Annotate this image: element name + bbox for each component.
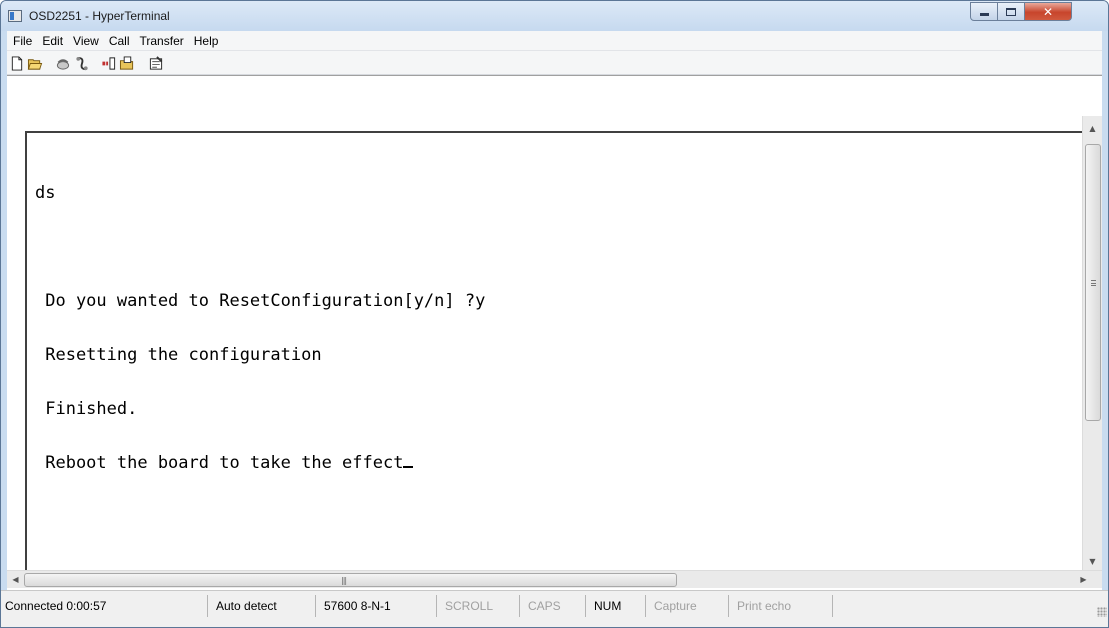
scroll-right-arrow-icon[interactable]: ▶	[1075, 571, 1092, 588]
vertical-scroll-thumb[interactable]	[1085, 144, 1101, 421]
new-connection-icon[interactable]	[9, 56, 25, 71]
status-caps: CAPS	[524, 595, 586, 617]
terminal-line: Reboot the board to take the effect	[35, 453, 404, 473]
horizontal-scroll-thumb[interactable]: |||	[24, 573, 677, 587]
close-icon: ✕	[1042, 4, 1054, 19]
scroll-down-arrow-icon[interactable]: ▼	[1083, 553, 1102, 570]
app-icon[interactable]	[8, 10, 22, 22]
status-connection: Connected 0:00:57	[1, 595, 208, 617]
menu-call[interactable]: Call	[104, 34, 135, 48]
menu-help[interactable]: Help	[189, 34, 224, 48]
terminal-last-line: Reboot the board to take the effect	[35, 454, 485, 472]
close-button[interactable]: ✕	[1025, 2, 1072, 21]
menu-view[interactable]: View	[68, 34, 104, 48]
scroll-left-arrow-icon[interactable]: ◀	[7, 571, 24, 588]
connect-icon[interactable]	[55, 56, 71, 71]
title-bar[interactable]: OSD2251 - HyperTerminal ✕	[1, 1, 1108, 31]
menu-file[interactable]: File	[8, 34, 37, 48]
terminal-line: Do you wanted to ResetConfiguration[y/n]…	[35, 291, 486, 311]
minimize-icon	[979, 13, 989, 16]
send-icon[interactable]	[101, 56, 117, 71]
terminal-output: ds Do you wanted to ResetConfiguration[y…	[35, 148, 485, 508]
resize-grip-icon[interactable]	[1097, 607, 1107, 617]
menu-transfer[interactable]: Transfer	[135, 34, 189, 48]
vertical-scrollbar[interactable]: ▲ ▼	[1082, 116, 1102, 570]
menu-edit[interactable]: Edit	[37, 34, 68, 48]
scroll-up-arrow-icon[interactable]: ▲	[1083, 120, 1102, 137]
status-bar: Connected 0:00:57 Auto detect 57600 8-N-…	[1, 590, 1108, 627]
minimize-button[interactable]	[970, 2, 998, 21]
terminal-line: Finished.	[35, 399, 138, 419]
status-scroll: SCROLL	[441, 595, 520, 617]
menu-bar: File Edit View Call Transfer Help	[7, 31, 1102, 51]
status-port: 57600 8-N-1	[320, 595, 437, 617]
status-num: NUM	[590, 595, 646, 617]
terminal-line: Resetting the configuration	[35, 345, 322, 365]
grip-icon	[1091, 280, 1096, 286]
maximize-icon	[1006, 7, 1016, 16]
window-title: OSD2251 - HyperTerminal	[29, 9, 170, 23]
maximize-button[interactable]	[998, 2, 1025, 21]
status-print-echo: Print echo	[733, 595, 833, 617]
horizontal-scrollbar[interactable]: ◀ ||| ▶	[7, 570, 1102, 588]
receive-icon[interactable]	[119, 56, 135, 71]
toolbar	[7, 51, 1102, 75]
hyperterminal-window: OSD2251 - HyperTerminal ✕ File Edit View…	[0, 0, 1109, 628]
open-icon[interactable]	[27, 56, 43, 71]
grip-icon: |||	[341, 576, 347, 585]
terminal-line: ds	[35, 183, 56, 203]
terminal-screen[interactable]: ds Do you wanted to ResetConfiguration[y…	[25, 131, 1082, 571]
status-detect: Auto detect	[212, 595, 316, 617]
properties-icon[interactable]	[148, 56, 164, 71]
disconnect-icon[interactable]	[74, 56, 90, 71]
text-cursor	[403, 466, 414, 468]
status-capture: Capture	[650, 595, 729, 617]
